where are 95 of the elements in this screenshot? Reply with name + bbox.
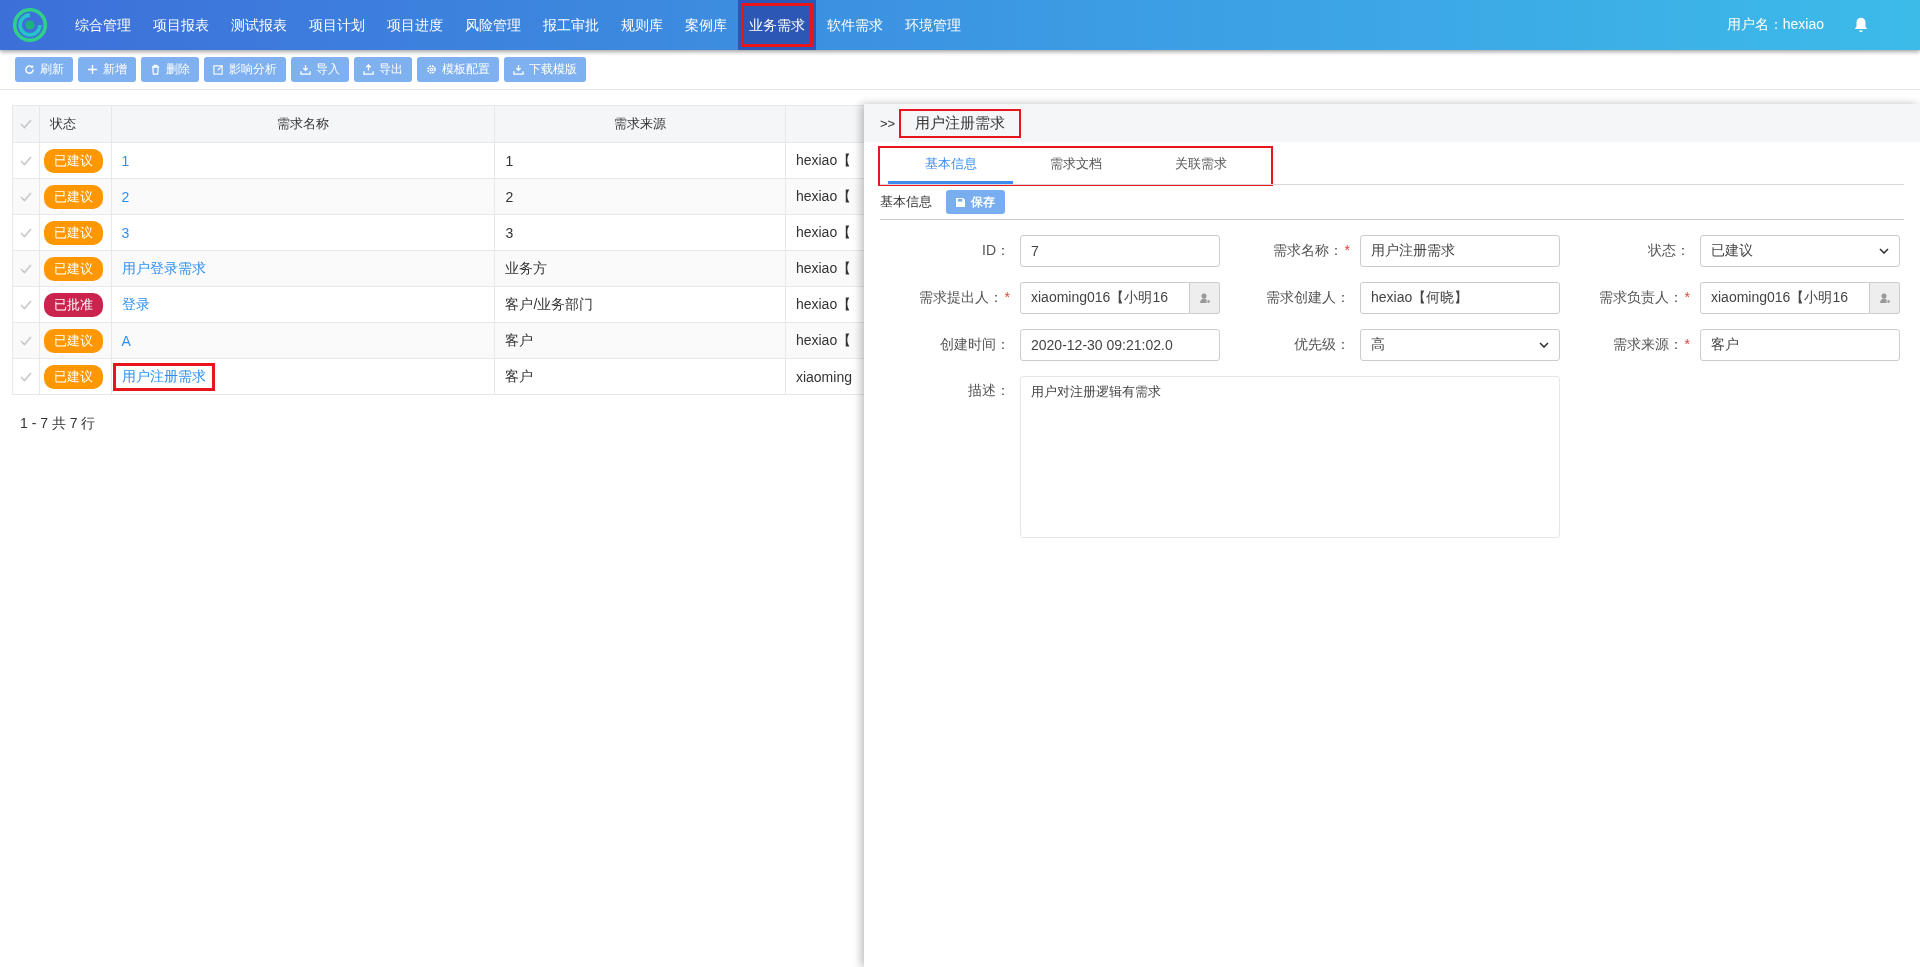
dropdown-field[interactable]: 已建议 (1700, 235, 1900, 267)
status-badge: 已建议 (44, 220, 104, 245)
nav-item[interactable]: 项目进度 (376, 0, 454, 50)
gear-icon (426, 64, 437, 75)
user-picker-button[interactable] (1870, 282, 1900, 314)
requirement-link[interactable]: 用户注册需求 (115, 365, 212, 388)
nav-item[interactable]: 项目计划 (298, 0, 376, 50)
text-field[interactable]: 7 (1020, 235, 1220, 267)
field-label: 需求负责人：* (1597, 289, 1690, 307)
plus-icon (87, 64, 98, 75)
text-field[interactable]: hexiao【何晓】 (1360, 282, 1560, 314)
requirement-link[interactable]: 1 (115, 150, 136, 171)
table-cell: 客户 (494, 358, 786, 395)
table-cell: 客户/业务部门 (494, 286, 786, 323)
check-icon[interactable] (20, 299, 33, 310)
edit-icon (213, 64, 224, 75)
requirement-link[interactable]: 3 (115, 222, 136, 243)
field-label: 创建时间： (939, 336, 1010, 354)
collapse-toggle[interactable]: >> (880, 115, 896, 131)
text-field[interactable]: xiaoming016【小明16 (1020, 282, 1190, 314)
check-icon[interactable] (20, 155, 33, 166)
text-field[interactable]: 客户 (1700, 329, 1900, 361)
requirement-link[interactable]: 登录 (115, 293, 156, 316)
pagination-text: 1 - 7 共 7 行 (20, 415, 97, 433)
tab[interactable]: 关联需求 (1138, 148, 1263, 184)
user-name: 用户名：hexiao (1726, 16, 1824, 34)
bell-icon[interactable] (1852, 16, 1870, 34)
toolbar-button[interactable]: 刷新 (15, 57, 73, 82)
nav-item[interactable]: 规则库 (610, 0, 674, 50)
status-badge: 已建议 (44, 184, 104, 209)
user-picker-button[interactable] (1190, 282, 1220, 314)
text-field[interactable]: 2020-12-30 09:21:02.0 (1020, 329, 1220, 361)
table-cell: 3 (494, 214, 786, 251)
nav-item[interactable]: 项目报表 (142, 0, 220, 50)
requirement-link[interactable]: A (115, 330, 137, 351)
nav-item[interactable]: 报工审批 (532, 0, 610, 50)
table-cell: 客户 (494, 322, 786, 359)
description-field[interactable]: 用户对注册逻辑有需求 (1020, 376, 1560, 538)
nav-item[interactable]: 环境管理 (894, 0, 972, 50)
status-badge: 已建议 (44, 328, 104, 353)
refresh-icon (24, 64, 35, 75)
table-cell: 业务方 (494, 250, 786, 287)
requirement-link[interactable]: 2 (115, 186, 136, 207)
section-title: 基本信息 (880, 193, 932, 211)
table-cell: 1 (494, 142, 786, 179)
trash-icon (150, 64, 161, 75)
field-label: 状态： (1647, 242, 1690, 260)
tab[interactable]: 基本信息 (888, 148, 1013, 184)
field-label: 优先级： (1293, 336, 1350, 354)
floppy-icon (956, 197, 965, 207)
nav-item[interactable]: 测试报表 (220, 0, 298, 50)
check-icon[interactable] (20, 191, 33, 202)
nav-item[interactable]: 案例库 (674, 0, 738, 50)
check-icon[interactable] (20, 371, 33, 382)
download-icon (300, 64, 311, 75)
toolbar-button[interactable]: 删除 (141, 57, 199, 82)
field-label: 需求提出人：* (917, 289, 1010, 307)
nav-item[interactable]: 风险管理 (454, 0, 532, 50)
toolbar-button[interactable]: 影响分析 (204, 57, 286, 82)
status-badge: 已建议 (44, 364, 104, 389)
toolbar-button[interactable]: 下载模版 (504, 57, 586, 82)
field-label: 需求来源：* (1611, 336, 1690, 354)
check-icon[interactable] (20, 227, 33, 238)
toolbar-button[interactable]: 模板配置 (417, 57, 499, 82)
status-badge: 已建议 (44, 256, 104, 281)
nav-item[interactable]: 综合管理 (64, 0, 142, 50)
text-field[interactable]: 用户注册需求 (1360, 235, 1560, 267)
toolbar-button[interactable]: 导出 (354, 57, 412, 82)
table-cell: 2 (494, 178, 786, 215)
dropdown-field[interactable]: 高 (1360, 329, 1560, 361)
field-label: 需求名称：* (1271, 242, 1350, 260)
status-badge: 已批准 (44, 292, 104, 317)
nav-item[interactable]: 软件需求 (816, 0, 894, 50)
column-header: 需求名称 (111, 105, 495, 143)
upload-icon (363, 64, 374, 75)
panel-title: 用户注册需求 (901, 110, 1020, 136)
chevron-down-icon (1539, 342, 1549, 348)
save-button[interactable]: 保存 (946, 190, 1005, 214)
check-icon[interactable] (20, 119, 33, 129)
check-icon[interactable] (20, 263, 33, 274)
status-badge: 已建议 (44, 148, 104, 173)
chevron-down-icon (1879, 248, 1889, 254)
nav-item[interactable]: 业务需求 (738, 0, 816, 50)
field-label: 需求创建人： (1265, 289, 1350, 307)
swirl-logo-icon (12, 7, 48, 43)
person-icon (1878, 292, 1891, 304)
column-header: 需求来源 (494, 105, 786, 143)
column-header: 状态 (39, 105, 111, 143)
toolbar-button[interactable]: 导入 (291, 57, 349, 82)
text-field[interactable]: xiaoming016【小明16 (1700, 282, 1870, 314)
download-icon (513, 64, 524, 75)
check-icon[interactable] (20, 335, 33, 346)
requirement-link[interactable]: 用户登录需求 (115, 257, 212, 280)
toolbar-button[interactable]: 新增 (78, 57, 136, 82)
person-icon (1198, 292, 1211, 304)
